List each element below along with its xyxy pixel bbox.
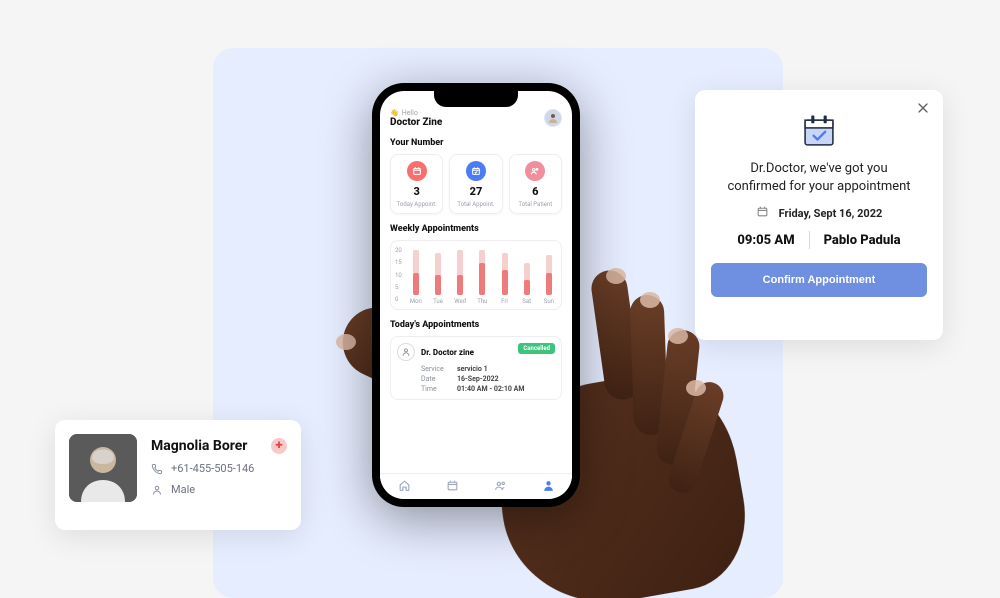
todays-title: Today's Appointments [390,320,562,330]
confirm-patient: Pablo Padula [824,233,901,248]
tab-home[interactable] [398,479,411,494]
stat-label: Today Appoint. [391,201,442,208]
stat-label: Total Appoint. [450,201,501,208]
confirm-message-line1: Dr.Doctor, we've got you [727,160,910,178]
tab-calendar[interactable] [446,479,459,494]
users-icon [525,161,545,181]
stat-today[interactable]: 3 Today Appoint. [390,154,443,214]
stat-label: Total Patient [510,201,561,208]
confirm-date: Friday, Sept 16, 2022 [779,207,883,220]
label: Service [421,365,451,373]
chart-bar [457,250,463,295]
avatar[interactable] [544,109,562,127]
stat-total-appt[interactable]: 27 Total Appoint. [449,154,502,214]
calendar-icon [756,205,769,221]
label: Date [421,375,451,383]
confirm-time: 09:05 AM [737,233,794,248]
chart-x-label: Tue [433,298,443,305]
chart-x-label: Sun [544,298,554,305]
patient-phone: +61-455-505-146 [171,462,254,475]
patient-name: Magnolia Borer [151,438,287,454]
tab-bar [380,473,572,499]
value: 16-Sep-2022 [457,375,499,383]
confirm-message-line2: confirmed for your appointment [727,178,910,196]
phone-icon [151,463,163,475]
divider [809,231,810,249]
label: Time [421,385,451,393]
stat-total-patient[interactable]: 6 Total Patient [509,154,562,214]
calendar-check-icon [466,161,486,181]
chart-bar [413,250,419,295]
user-icon [547,112,559,124]
chart-bar [435,253,441,296]
greeting-text: Hello [402,109,418,117]
phone-notch [434,91,518,107]
chart-bar [479,250,485,295]
calendar-check-icon [800,114,838,148]
calendar-icon [407,161,427,181]
chart-x-label: Mon [410,298,422,305]
stat-value: 3 [391,185,442,198]
stat-value: 27 [450,185,501,198]
stat-value: 6 [510,185,561,198]
tab-profile[interactable] [542,479,555,494]
phone-screen: 👋Hello Doctor Zine Your Number 3 Today A… [380,91,572,499]
confirm-appointment-card: Dr.Doctor, we've got you confirmed for y… [695,90,943,340]
value: 01:40 AM - 02:10 AM [457,385,524,393]
medical-badge-icon: ✚ [271,438,287,454]
chart-bar [524,263,530,296]
appointment-card[interactable]: Cancelled Dr. Doctor zine Service servici… [390,336,562,400]
status-badge: Cancelled [518,343,555,354]
weekly-chart: 20151050 MonTueWedThuFriSatSun [390,240,562,310]
weekly-title: Weekly Appointments [390,224,562,234]
patient-gender: Male [171,483,195,496]
chart-x-label: Sat [522,298,531,305]
user-icon [151,484,163,496]
confirm-appointment-button[interactable]: Confirm Appointment [711,263,927,297]
wave-icon: 👋 [390,109,399,117]
tab-patients[interactable] [494,479,507,494]
chart-x-label: Fri [501,298,508,305]
appt-doctor: Dr. Doctor zine [421,348,474,357]
chart-bar [546,255,552,295]
value: servicio 1 [457,365,488,373]
chart-x-label: Wed [454,298,466,305]
patient-avatar [69,434,137,502]
chart-bar [502,253,508,296]
doctor-name: Doctor Zine [390,117,442,128]
phone-frame: 👋Hello Doctor Zine Your Number 3 Today A… [372,83,580,507]
your-number-title: Your Number [390,138,562,148]
user-icon [397,343,415,361]
patient-card[interactable]: ✚ Magnolia Borer +61-455-505-146 Male [55,420,301,530]
close-icon[interactable] [915,100,931,116]
chart-x-label: Thu [477,298,487,305]
